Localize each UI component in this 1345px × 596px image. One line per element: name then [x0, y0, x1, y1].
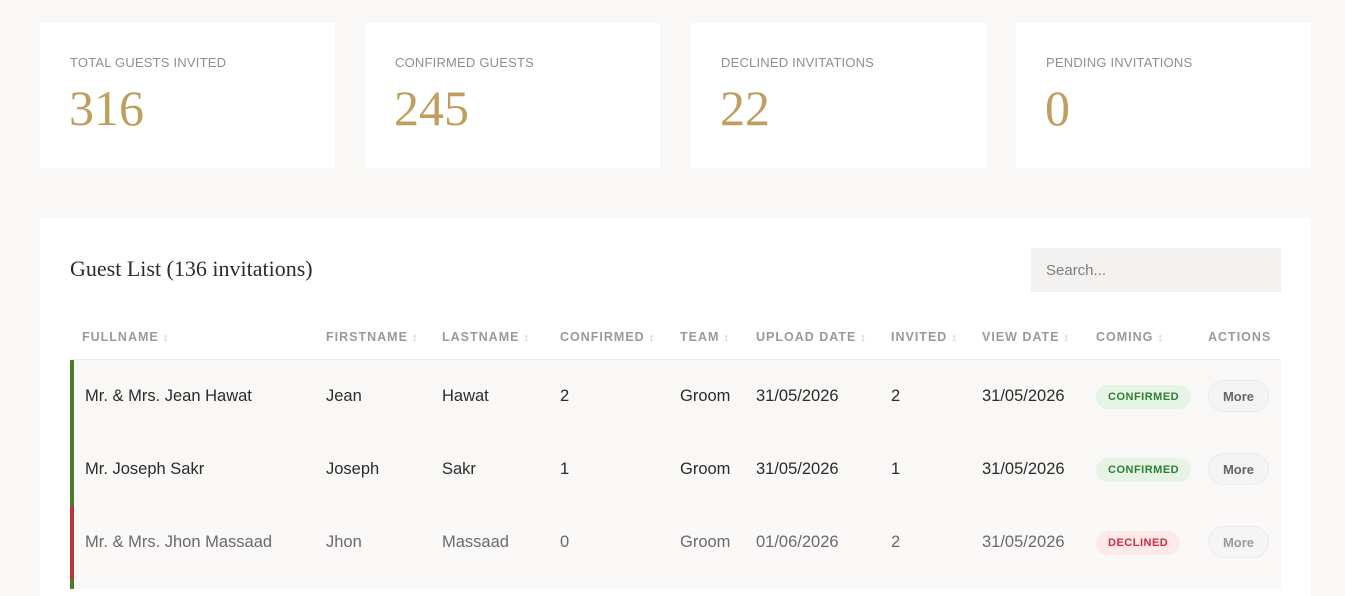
cell-lastname: Massaad: [442, 533, 509, 551]
cell-team: Groom: [680, 460, 731, 478]
stat-value: 22: [720, 80, 770, 136]
stat-card-pending: PENDING INVITATIONS 0: [1016, 23, 1311, 168]
stat-value: 245: [394, 80, 469, 136]
stats-row: TOTAL GUESTS INVITED 316 CONFIRMED GUEST…: [40, 23, 1311, 168]
sort-icon: ↕: [1063, 332, 1071, 344]
sort-icon: ↕: [411, 332, 419, 344]
cell-confirmed: 2: [560, 387, 570, 405]
status-badge: CONFIRMED: [1096, 458, 1192, 482]
status-badge: DECLINED: [1096, 531, 1181, 555]
column-header-upload-date[interactable]: UPLOAD DATE ↕: [756, 330, 867, 344]
sort-icon: ↕: [723, 332, 730, 344]
cell-view-date: 31/05/2026: [982, 387, 1065, 405]
sort-icon: ↕: [648, 332, 656, 344]
stat-label: PENDING INVITATIONS: [1046, 55, 1193, 70]
cell-firstname: Jhon: [326, 533, 362, 551]
column-header-firstname[interactable]: FIRSTNAME ↕: [326, 330, 418, 344]
cell-upload-date: 31/05/2026: [756, 387, 839, 405]
column-header-lastname[interactable]: LASTNAME ↕: [442, 330, 530, 344]
cell-invited: 2: [891, 533, 901, 551]
more-button[interactable]: More: [1208, 380, 1269, 412]
stat-label: CONFIRMED GUESTS: [395, 55, 534, 70]
cell-firstname: Jean: [326, 387, 362, 405]
stat-card-total-invited: TOTAL GUESTS INVITED 316: [40, 23, 335, 168]
stat-label: TOTAL GUESTS INVITED: [70, 55, 227, 70]
stat-value: 0: [1045, 80, 1070, 136]
sort-icon: ↕: [1157, 332, 1164, 344]
table-row: Mr. & Mrs. Jhon Massaad Jhon Massaad 0 G…: [70, 506, 1281, 579]
cell-fullname: Mr. Joseph Sakr: [85, 460, 205, 478]
cell-confirmed: 1: [560, 460, 570, 478]
cell-view-date: 31/05/2026: [982, 460, 1065, 478]
cell-fullname: Mr. & Mrs. Jhon Massaad: [85, 533, 273, 551]
cell-fullname: Mr. & Mrs. Jean Hawat: [85, 387, 252, 405]
column-header-actions: ACTIONS: [1208, 330, 1272, 344]
column-header-confirmed[interactable]: CONFIRMED ↕: [560, 330, 655, 344]
column-header-view-date[interactable]: VIEW DATE ↕: [982, 330, 1070, 344]
status-badge: CONFIRMED: [1096, 385, 1192, 409]
stat-value: 316: [69, 80, 144, 136]
cell-team: Groom: [680, 533, 731, 551]
search-input[interactable]: [1031, 248, 1281, 292]
cell-team: Groom: [680, 387, 731, 405]
column-header-invited[interactable]: INVITED ↕: [891, 330, 958, 344]
table-row: Mr. Joseph Sakr Joseph Sakr 1 Groom 31/0…: [70, 433, 1281, 506]
column-header-team[interactable]: TEAM ↕: [680, 330, 730, 344]
column-header-coming[interactable]: COMING ↕: [1096, 330, 1164, 344]
more-button[interactable]: More: [1208, 526, 1269, 558]
column-header-fullname[interactable]: FULLNAME ↕: [82, 330, 169, 344]
guest-list-title: Guest List (136 invitations): [70, 256, 313, 281]
sort-icon: ↕: [162, 332, 170, 344]
stat-label: DECLINED INVITATIONS: [721, 55, 875, 70]
more-button[interactable]: More: [1208, 453, 1269, 485]
cell-firstname: Joseph: [326, 460, 380, 478]
sort-icon: ↕: [860, 332, 867, 344]
cell-invited: 1: [891, 460, 901, 478]
stat-card-declined: DECLINED INVITATIONS 22: [691, 23, 986, 168]
cell-lastname: Sakr: [442, 460, 476, 478]
cell-upload-date: 01/06/2026: [756, 533, 839, 551]
cell-invited: 2: [891, 387, 901, 405]
cell-confirmed: 0: [560, 533, 570, 551]
cell-upload-date: 31/05/2026: [756, 460, 839, 478]
stat-card-confirmed: CONFIRMED GUESTS 245: [365, 23, 660, 168]
sort-icon: ↕: [523, 332, 530, 344]
table-row: [70, 579, 1281, 589]
cell-lastname: Hawat: [442, 387, 489, 405]
table-row: Mr. & Mrs. Jean Hawat Jean Hawat 2 Groom…: [70, 360, 1281, 433]
table-header: FULLNAME ↕ FIRSTNAME ↕ LASTNAME ↕ CONFIRMED…: [70, 326, 1281, 360]
guest-list-panel: Guest List (136 invitations) FULLNAME↕ F…: [40, 218, 1311, 596]
sort-icon: ↕: [951, 332, 958, 344]
cell-view-date: 31/05/2026: [982, 533, 1065, 551]
